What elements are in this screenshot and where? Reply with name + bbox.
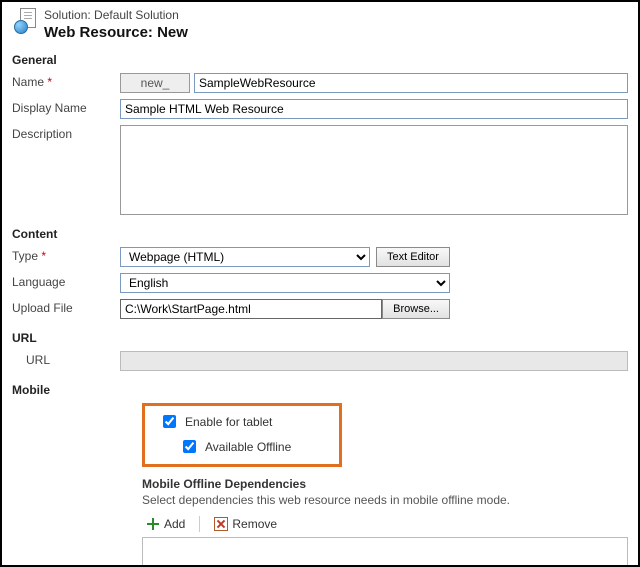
required-mark: * <box>41 249 46 263</box>
toolbar-separator <box>199 516 200 532</box>
label-description: Description <box>12 125 120 141</box>
plus-icon <box>146 517 160 531</box>
required-mark: * <box>47 75 52 89</box>
label-name: Name <box>12 75 44 89</box>
name-prefix-box: new_ <box>120 73 190 93</box>
label-display-name: Display Name <box>12 99 120 115</box>
url-readonly <box>120 351 628 371</box>
deps-text: Select dependencies this web resource ne… <box>142 493 628 507</box>
remove-icon <box>214 517 228 531</box>
deps-title: Mobile Offline Dependencies <box>142 477 628 491</box>
name-input[interactable] <box>194 73 628 93</box>
section-content: Content <box>12 227 628 241</box>
description-textarea[interactable] <box>120 125 628 215</box>
language-select[interactable]: English <box>120 273 450 293</box>
upload-path-input[interactable] <box>120 299 382 319</box>
section-url: URL <box>12 331 628 345</box>
browse-button[interactable]: Browse... <box>382 299 450 319</box>
display-name-input[interactable] <box>120 99 628 119</box>
solution-line: Solution: Default Solution <box>44 8 188 22</box>
page-title: Web Resource: New <box>44 24 188 41</box>
enable-tablet-checkbox[interactable] <box>163 415 176 428</box>
web-resource-icon <box>14 8 38 34</box>
deps-list[interactable] <box>142 537 628 567</box>
available-offline-checkbox[interactable] <box>183 440 196 453</box>
remove-button[interactable]: Remove <box>210 517 281 531</box>
available-offline-label: Available Offline <box>205 440 291 454</box>
type-select[interactable]: Webpage (HTML) <box>120 247 370 267</box>
remove-label: Remove <box>232 517 277 531</box>
label-language: Language <box>12 273 120 289</box>
section-general: General <box>12 53 628 67</box>
text-editor-button[interactable]: Text Editor <box>376 247 450 267</box>
add-label: Add <box>164 517 185 531</box>
label-url: URL <box>12 351 120 367</box>
enable-tablet-label: Enable for tablet <box>185 415 272 429</box>
section-mobile: Mobile <box>12 383 628 397</box>
add-button[interactable]: Add <box>142 517 189 531</box>
label-upload-file: Upload File <box>12 299 120 315</box>
label-type: Type <box>12 249 38 263</box>
mobile-highlight-box: Enable for tablet Available Offline <box>142 403 342 467</box>
